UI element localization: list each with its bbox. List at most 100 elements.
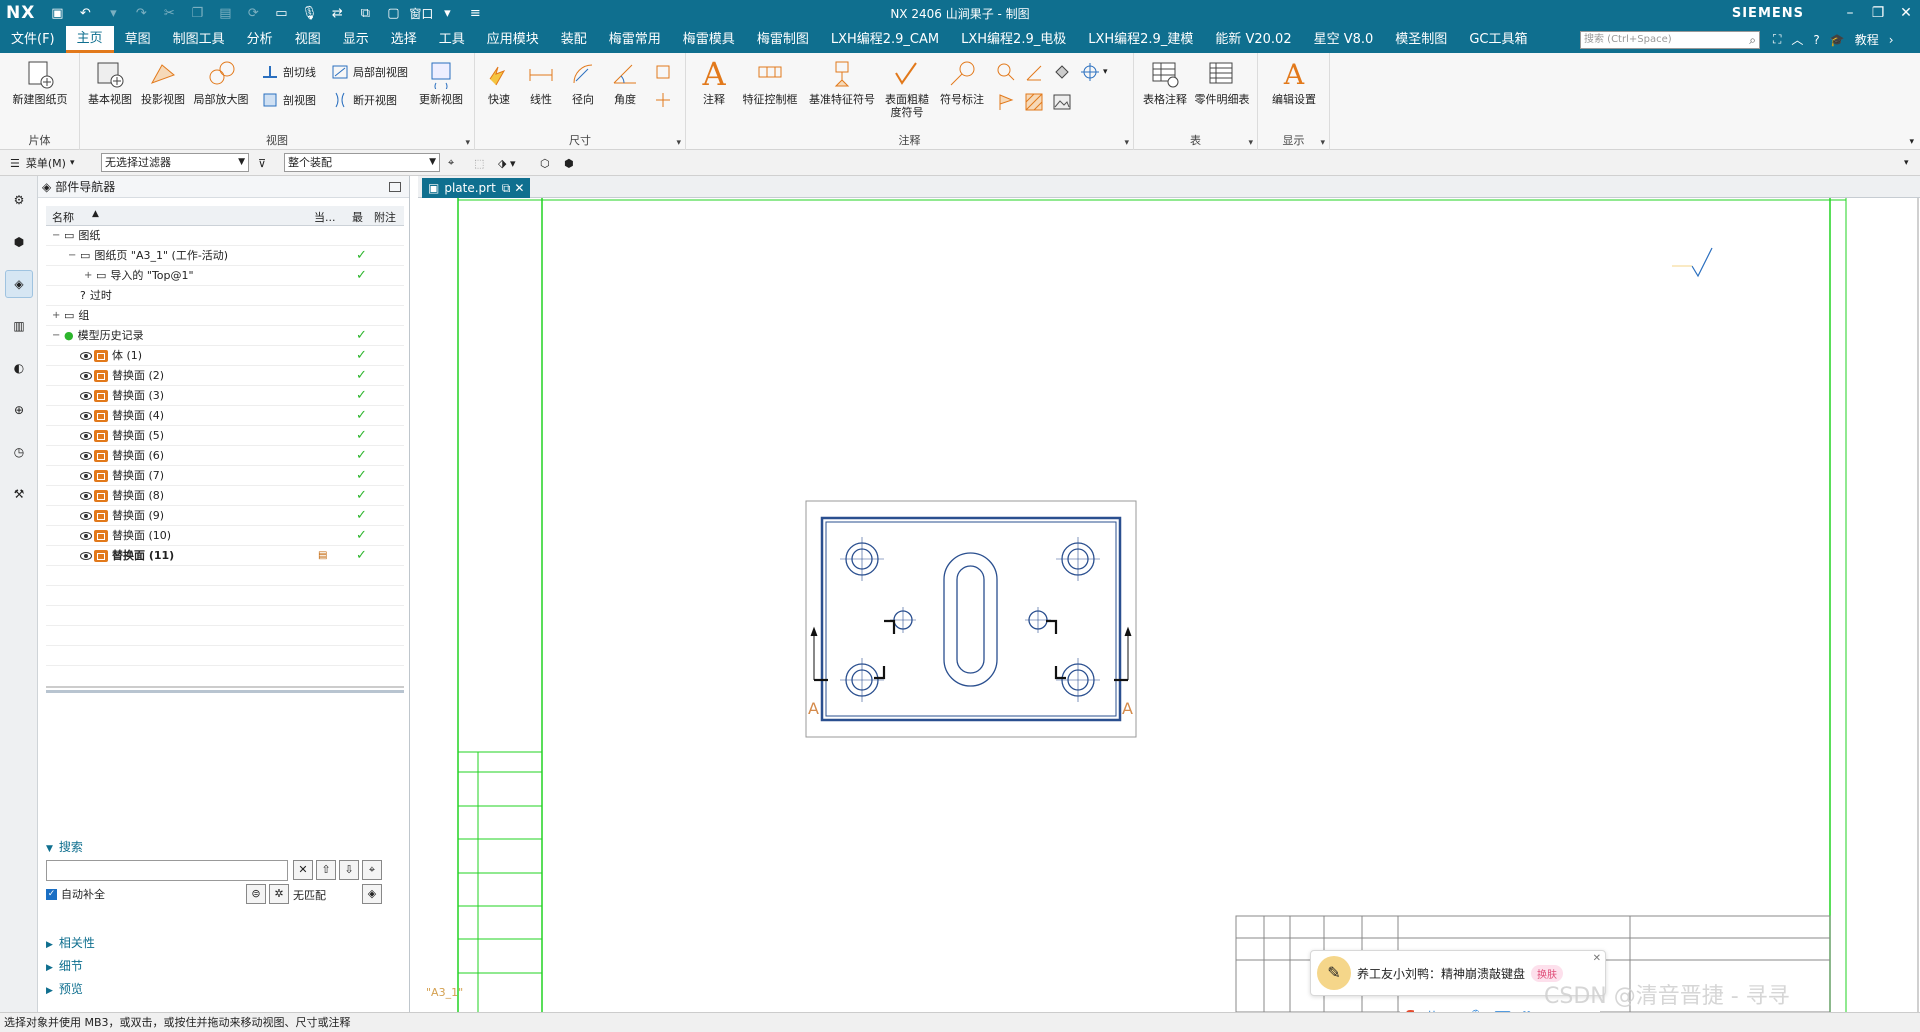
radial-dimension-button[interactable]: 径向 <box>563 57 603 106</box>
section-details[interactable]: ▶ 细节 <box>46 957 83 974</box>
settings-gear-icon[interactable]: ⚙ <box>5 186 33 214</box>
visibility-eye-icon[interactable] <box>80 432 92 440</box>
tutorial-icon[interactable]: 🎓 <box>1830 33 1845 47</box>
col-attach[interactable]: 附注 <box>374 209 396 225</box>
file-menu[interactable]: 文件(F) <box>0 26 66 53</box>
tab-menu-3[interactable]: 分析 <box>236 26 284 53</box>
tree-row[interactable]: 替换面 (8) ✓ <box>46 486 404 506</box>
tree-row[interactable]: + ▭ 导入的 "Top@1" ✓ <box>46 266 404 286</box>
tab-menu-12[interactable]: 梅雷制图 <box>746 26 820 53</box>
view-group-more-icon[interactable]: ▾ <box>465 138 470 148</box>
feature-control-frame-button[interactable]: 特征控制框 <box>738 57 802 106</box>
tree-row[interactable]: ? 过时 <box>46 286 404 306</box>
ribbon-options-icon[interactable]: ▾ <box>1909 137 1914 147</box>
selection-scope-select[interactable]: 整个装配 ▼ <box>284 153 440 172</box>
hd3d-tools-icon[interactable]: ◐ <box>5 354 33 382</box>
section-label-right[interactable]: A <box>1122 699 1133 718</box>
part-navigator-icon[interactable]: ◈ <box>5 270 33 298</box>
tab-menu-2[interactable]: 制图工具 <box>162 26 236 53</box>
tab-menu-0[interactable]: 主页 <box>65 26 114 53</box>
section-line-button[interactable]: 剖切线 <box>260 61 316 83</box>
annotation-group-more-icon[interactable]: ▾ <box>1124 138 1129 148</box>
rapid-dimension-button[interactable]: 快速 <box>479 57 519 106</box>
col-current[interactable]: 当... <box>314 209 336 225</box>
snap-point-icon[interactable]: ⌖ <box>448 153 454 173</box>
tree-row[interactable]: 替换面 (11) ✓ ▤ <box>46 546 404 566</box>
base-view-button[interactable]: 基本视图 <box>86 57 134 106</box>
command-search-input[interactable]: 搜索 (Ctrl+Space) ⌕ <box>1580 31 1760 49</box>
section-preview[interactable]: ▶ 预览 <box>46 980 83 997</box>
expand-toggle-icon[interactable]: + <box>84 266 96 286</box>
tree-row[interactable]: + ▭ 组 <box>46 306 404 326</box>
tab-menu-7[interactable]: 工具 <box>428 26 476 53</box>
breakout-section-button[interactable]: 局部剖视图 <box>330 61 408 83</box>
tree-row[interactable]: 体 (1) ✓ <box>46 346 404 366</box>
reuse-library-icon[interactable]: ▥ <box>5 312 33 340</box>
tree-row[interactable]: − ● 模型历史记录 ✓ <box>46 326 404 346</box>
col-latest[interactable]: 最 <box>352 209 363 225</box>
wireframe-cube-icon[interactable]: ⬢ <box>564 153 574 173</box>
selection-mode-icon[interactable]: ⬗ ▾ <box>498 153 515 173</box>
col-name[interactable]: 名称 <box>52 209 74 225</box>
expand-toggle-icon[interactable]: − <box>68 246 80 266</box>
tree-row[interactable]: 替换面 (4) ✓ <box>46 406 404 426</box>
update-view-button[interactable]: 更新视图 <box>415 57 467 106</box>
assembly-navigator-icon[interactable]: ⬢ <box>5 228 33 256</box>
tab-menu-10[interactable]: 梅雷常用 <box>598 26 672 53</box>
tab-menu-11[interactable]: 梅雷模具 <box>672 26 746 53</box>
visibility-eye-icon[interactable] <box>80 372 92 380</box>
undock-tab-icon[interactable]: ⧉ <box>502 178 511 198</box>
parts-list-button[interactable]: 零件明细表 <box>1192 57 1252 106</box>
panel-splitter[interactable] <box>46 690 404 693</box>
angular-dimension-button[interactable]: 角度 <box>605 57 645 106</box>
visibility-eye-icon[interactable] <box>80 392 92 400</box>
fill-button[interactable] <box>1052 61 1075 83</box>
tree-row[interactable]: 替换面 (9) ✓ <box>46 506 404 526</box>
new-sheet-button[interactable]: 新建图纸页 <box>10 57 70 106</box>
tree-row[interactable]: − ▭ 图纸页 "A3_1" (工作-活动) ✓ <box>46 246 404 266</box>
dimension-group-more-icon[interactable]: ▾ <box>676 138 681 148</box>
history-clock-icon[interactable]: ◷ <box>5 438 33 466</box>
expand-toggle-icon[interactable]: − <box>52 326 64 346</box>
expand-toggle-icon[interactable]: + <box>52 306 64 326</box>
image-button[interactable] <box>1052 91 1075 113</box>
visibility-eye-icon[interactable] <box>80 512 92 520</box>
broken-view-button[interactable]: 断开视图 <box>330 89 397 111</box>
visibility-eye-icon[interactable] <box>80 412 92 420</box>
tab-menu-16[interactable]: 能新 V20.02 <box>1204 26 1302 53</box>
tab-menu-18[interactable]: 模圣制图 <box>1384 26 1458 53</box>
menu-button[interactable]: ☰ 菜单(M) ▾ <box>10 153 74 173</box>
tab-menu-19[interactable]: GC工具箱 <box>1458 26 1538 53</box>
tree-row[interactable]: 替换面 (6) ✓ <box>46 446 404 466</box>
drawing-svg[interactable]: A A "A3_1" <box>418 198 1920 1012</box>
tutorial-link[interactable]: 教程 <box>1855 31 1879 48</box>
visibility-eye-icon[interactable] <box>80 352 92 360</box>
collapse-ribbon-icon[interactable]: ︿ <box>1791 31 1803 48</box>
expand-toggle-icon[interactable]: − <box>52 226 64 246</box>
tab-menu-1[interactable]: 草图 <box>114 26 162 53</box>
roles-tools-icon[interactable]: ⚒ <box>5 480 33 508</box>
navigator-search-input[interactable] <box>46 860 288 881</box>
linear-dimension-button[interactable]: 线性 <box>521 57 561 106</box>
help-icon[interactable]: ? <box>1813 33 1819 47</box>
tree-row[interactable]: 替换面 (10) ✓ <box>46 526 404 546</box>
filter-reset-icon[interactable]: ⊽ <box>258 153 266 173</box>
select-all-icon[interactable]: ⬚ <box>474 153 484 173</box>
ordinate-dimension-button[interactable] <box>653 89 676 111</box>
tab-menu-6[interactable]: 选择 <box>380 26 428 53</box>
visibility-eye-icon[interactable] <box>80 452 92 460</box>
more-icon[interactable]: › <box>1889 33 1894 47</box>
close-popup-icon[interactable]: ✕ <box>1593 953 1601 964</box>
previous-match-button[interactable]: ⇧ <box>316 860 336 880</box>
visibility-eye-icon[interactable] <box>80 552 92 560</box>
hatch-button[interactable] <box>1024 91 1047 113</box>
maximize-panel-button[interactable] <box>389 181 401 192</box>
tab-menu-17[interactable]: 星空 V8.0 <box>1303 26 1385 53</box>
display-group-more-icon[interactable]: ▾ <box>1320 138 1325 148</box>
section-label-left[interactable]: A <box>808 699 819 718</box>
search-options-button[interactable]: ⌖ <box>362 860 382 880</box>
tree-row[interactable]: 替换面 (2) ✓ <box>46 366 404 386</box>
close-tab-icon[interactable]: ✕ <box>514 178 524 198</box>
type-filter-select[interactable]: 无选择过滤器 ▼ <box>101 153 249 172</box>
search-section-toggle[interactable]: ▼ 搜索 <box>46 838 83 855</box>
